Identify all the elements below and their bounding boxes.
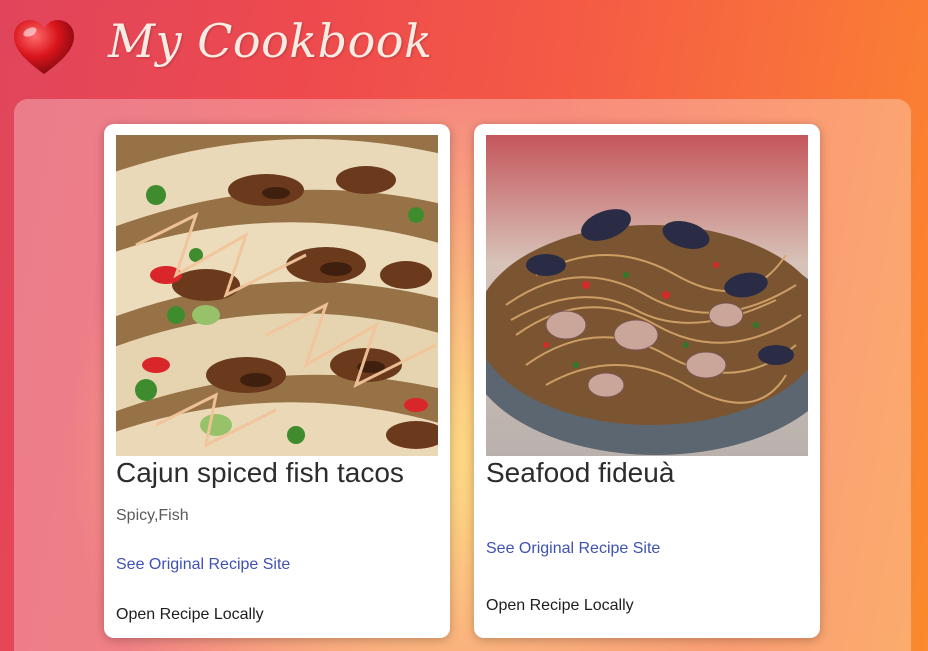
recipe-tags: Spicy,Fish [116,507,189,524]
recipe-card: Seafood fideuà See Original Recipe Site … [474,124,820,638]
recipe-title: Seafood fideuà [486,457,675,488]
recipe-card: Cajun spiced fish tacos Spicy,Fish See O… [104,124,450,638]
app-header: My Cookbook [0,0,928,100]
open-recipe-locally-button[interactable]: Open Recipe Locally [486,597,634,615]
recipe-image-seafood-fideua [486,135,808,456]
recipe-title: Cajun spiced fish tacos [116,457,404,488]
original-recipe-link[interactable]: See Original Recipe Site [116,556,290,574]
recipe-image-fish-tacos [116,135,438,456]
seafood-pasta-photo [486,135,808,456]
heart-icon [14,20,74,74]
fish-tacos-photo [116,135,438,456]
open-recipe-locally-button[interactable]: Open Recipe Locally [116,606,264,624]
original-recipe-link[interactable]: See Original Recipe Site [486,540,660,558]
app-title: My Cookbook [108,14,433,68]
